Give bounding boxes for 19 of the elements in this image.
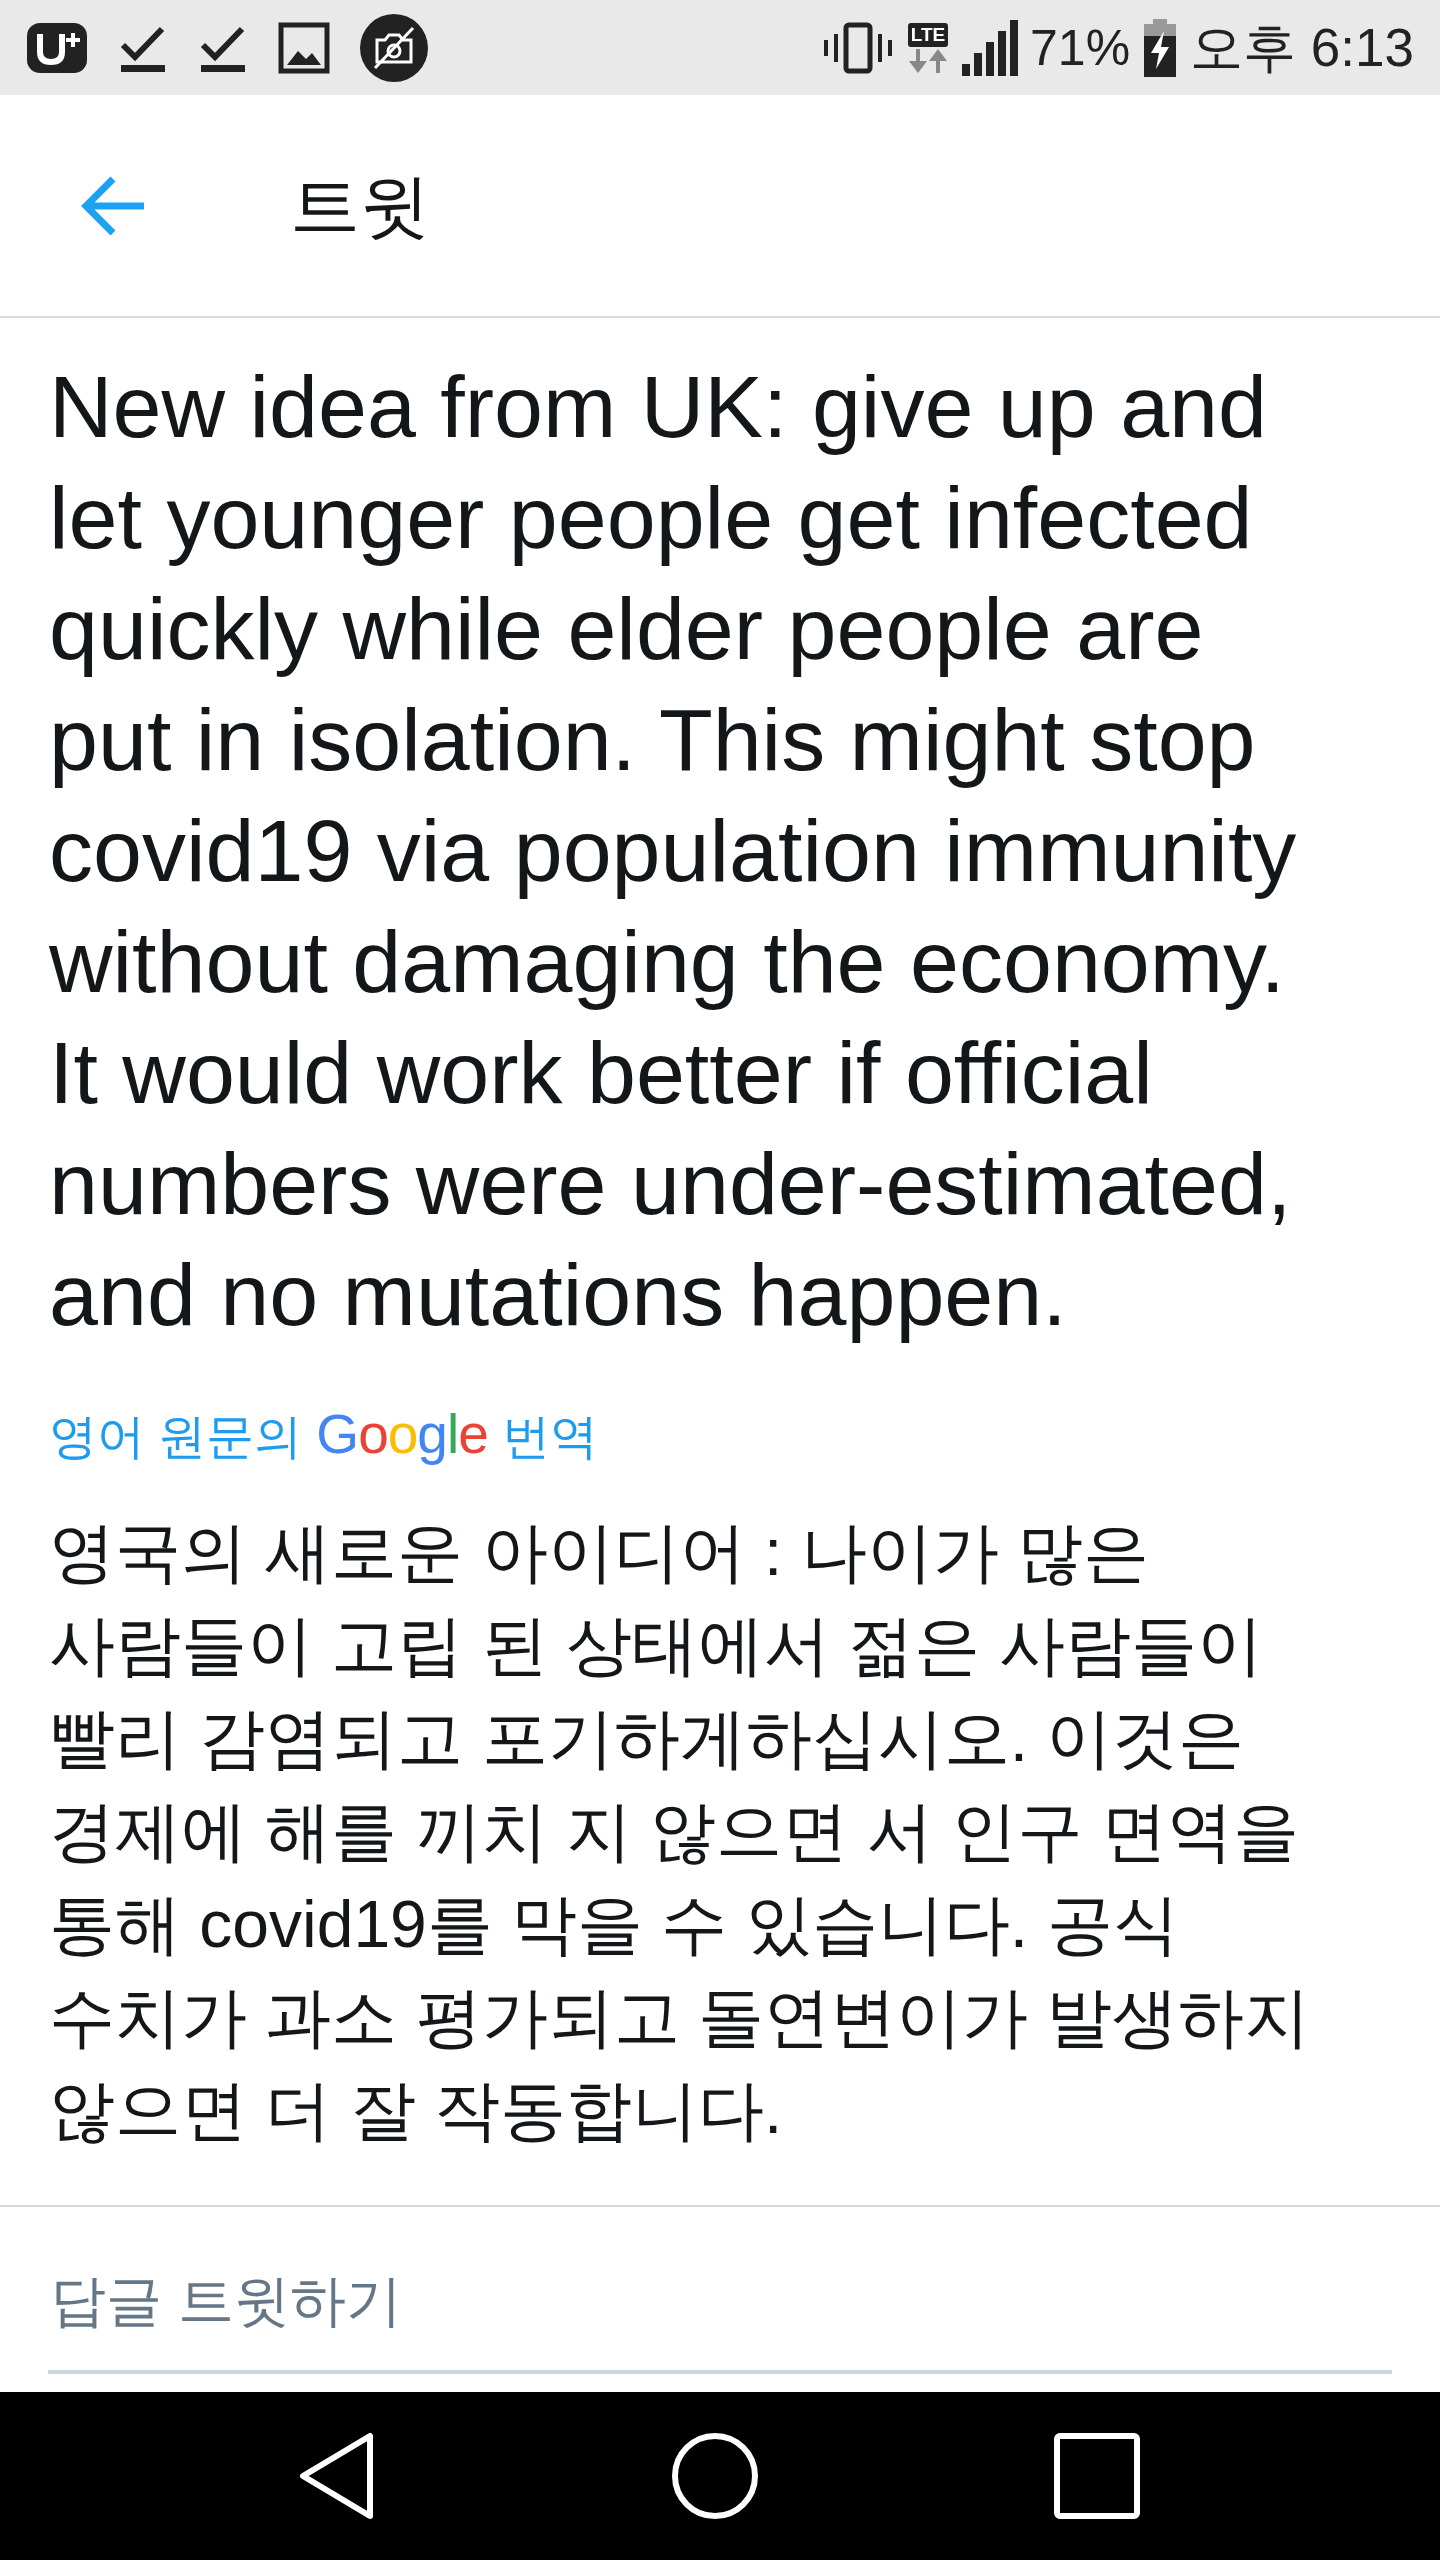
recent-apps-icon[interactable]: [1054, 2433, 1140, 2519]
signal-icon: [962, 19, 1019, 76]
vibrate-icon: [822, 21, 895, 74]
translation-credit-text: 영어 원문의: [49, 1409, 303, 1465]
translation-credit-text: 번역: [501, 1409, 598, 1465]
battery-percentage: 71%: [1030, 22, 1131, 73]
header-title: 트윗: [290, 170, 430, 241]
reply-field[interactable]: 답글 트윗하기: [48, 2231, 1392, 2374]
logo-icon: [26, 21, 88, 74]
network-type-label: LTE: [907, 22, 949, 47]
back-icon[interactable]: [298, 2432, 376, 2520]
status-time: 오후 6:13: [1190, 21, 1414, 74]
google-logo: Google: [316, 1402, 488, 1467]
translated-tweet-text: 영국의 새로운 아이디어 : 나이가 많은 사람들이 고립 된 상태에서 젊은 사람들이 빨리 감염되고 포기하게하십시오. 이것은 경제에 해를 끼치 지 않으면 서 인구 면역을 통해 covid19를 막을 수 있습니다. 공식 수치가 과소 평가되고 돌연변이가 발생하지 않으면 더 잘 작동합니다.: [49, 1514, 1312, 2149]
camera-off-icon: [360, 13, 428, 82]
image-icon: [278, 21, 330, 74]
battery-charging-icon: [1142, 18, 1179, 77]
tweet-text: New idea from UK: give up and let younger people get infected quickly while elder people are put in isolation. This might stop covid19 via population immunity without damaging the economy. It would work better if official numbers were under-estimated, and no mutations happen.: [49, 356, 1298, 1346]
home-icon[interactable]: [672, 2433, 758, 2519]
